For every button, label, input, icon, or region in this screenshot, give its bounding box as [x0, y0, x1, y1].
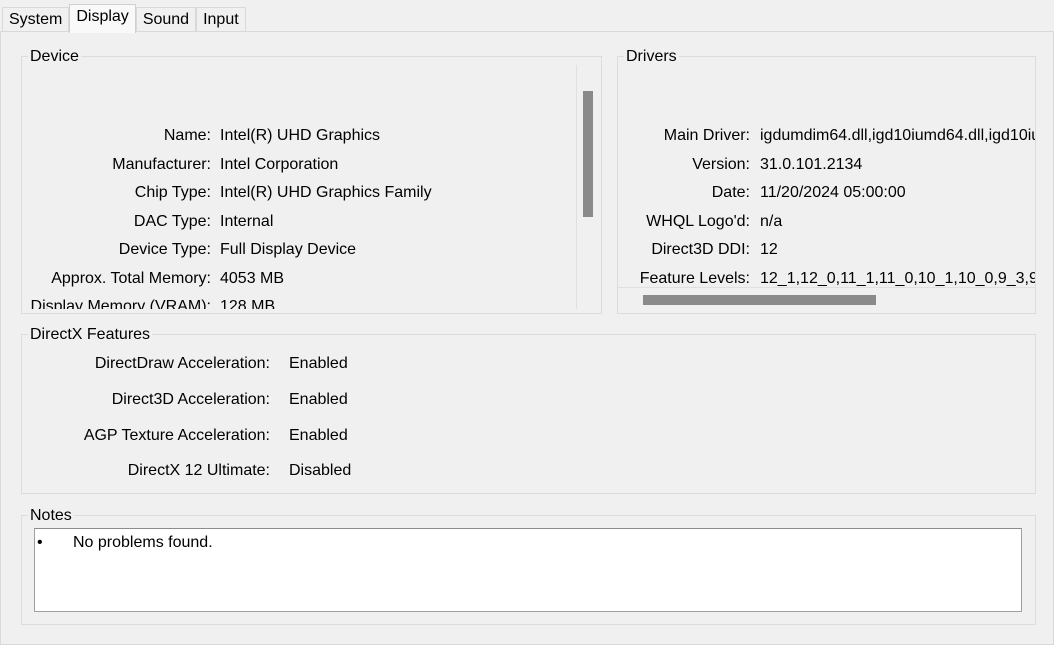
driver-info-label: Date:: [711, 184, 750, 201]
device-vertical-scrollbar[interactable]: [576, 65, 594, 309]
tab-strip: System Display Sound Input: [2, 4, 246, 33]
device-info-label: Approx. Total Memory:: [51, 269, 211, 287]
notes-item-text: No problems found.: [73, 534, 213, 551]
directx-feature-value: Disabled: [289, 462, 352, 480]
device-info-value: Intel(R) UHD Graphics Family: [220, 184, 432, 201]
directx-feature-label: DirectDraw Acceleration:: [94, 355, 270, 372]
drivers-group: Drivers Main Driver: igdumdim64.dll,igd10…: [617, 48, 1036, 314]
directx-feature-value: Enabled: [289, 426, 348, 444]
driver-info-value: 11/20/2024 05:00:00: [760, 184, 906, 201]
directx-features-group: DirectX Features DirectDraw Acceleration…: [21, 326, 1036, 494]
device-info-row: Manufacturer: Intel Corporation: [22, 155, 576, 175]
driver-info-label: Direct3D DDI:: [651, 241, 750, 258]
notes-group: Notes • No problems found.: [21, 507, 1036, 625]
device-info-value: 128 MB: [220, 298, 276, 309]
device-info-row: Display Memory (VRAM): 128 MB: [22, 297, 576, 309]
drivers-group-title: Drivers: [624, 48, 679, 66]
directx-feature-row: AGP Texture Acceleration: Enabled: [22, 426, 922, 446]
directx-feature-label: Direct3D Acceleration:: [111, 390, 270, 408]
notes-group-title: Notes: [28, 507, 74, 525]
driver-info-row: Date: 11/20/2024 05:00:00: [618, 183, 1035, 203]
driver-info-value: 12_1,12_0,11_1,11_0,10_1,10_0,9_3,9_2,9_…: [760, 269, 1035, 287]
driver-info-label: WHQL Logo'd:: [646, 212, 750, 230]
notes-textbox[interactable]: • No problems found.: [34, 528, 1022, 612]
device-info-value: Internal: [220, 212, 274, 230]
driver-info-row: Version: 31.0.101.2134: [618, 155, 1035, 175]
driver-info-row: Direct3D DDI: 12: [618, 240, 1035, 260]
device-info-row: Name: Intel(R) UHD Graphics: [22, 126, 576, 146]
device-info-list: Name: Intel(R) UHD Graphics Manufacturer: I…: [22, 65, 576, 309]
directx-feature-label: DirectX 12 Ultimate:: [127, 462, 270, 480]
driver-info-label: Main Driver:: [663, 127, 750, 144]
directx-feature-row: DirectDraw Acceleration: Enabled: [22, 354, 922, 374]
bullet-icon: •: [37, 534, 43, 551]
scrollbar-thumb[interactable]: [643, 295, 876, 305]
driver-info-row: Main Driver: igdumdim64.dll,igd10iumd64.d…: [618, 126, 1035, 146]
device-info-label: Chip Type:: [134, 184, 211, 201]
driver-info-row: Feature Levels: 12_1,12_0,11_1,11_0,10_1,…: [618, 269, 1035, 288]
device-info-value: Full Display Device: [220, 241, 357, 258]
tab-system[interactable]: System: [2, 7, 70, 32]
device-info-label: Name:: [163, 127, 211, 144]
tab-input[interactable]: Input: [196, 7, 246, 32]
device-info-row: Approx. Total Memory: 4053 MB: [22, 269, 576, 289]
directx-feature-row: Direct3D Acceleration: Enabled: [22, 390, 922, 410]
device-info-row: Device Type: Full Display Device: [22, 240, 576, 260]
device-info-value: Intel Corporation: [220, 155, 339, 173]
directx-feature-label: AGP Texture Acceleration:: [83, 426, 270, 444]
driver-info-value: n/a: [760, 212, 783, 230]
driver-info-value: igdumdim64.dll,igd10iumd64.dll,igd10iumd…: [760, 127, 1035, 144]
driver-info-row: WHQL Logo'd: n/a: [618, 212, 1035, 232]
directx-feature-value: Enabled: [289, 390, 348, 408]
driver-info-value: 12: [760, 241, 778, 258]
directx-features-title: DirectX Features: [28, 326, 153, 344]
tab-display[interactable]: Display: [69, 4, 136, 33]
directx-feature-value: Enabled: [289, 355, 348, 372]
device-info-value: 4053 MB: [220, 269, 285, 287]
device-info-row: Chip Type: Intel(R) UHD Graphics Family: [22, 183, 576, 203]
device-info-label: Manufacturer:: [112, 155, 211, 173]
scrollbar-separator: [576, 65, 577, 309]
device-group-title: Device: [28, 48, 81, 66]
device-group: Device Name: Intel(R) UHD Graphics Manufac…: [21, 48, 602, 314]
driver-info-label: Feature Levels:: [639, 269, 750, 287]
device-info-value: Intel(R) UHD Graphics: [220, 127, 381, 144]
scrollbar-separator: [618, 287, 1035, 288]
drivers-horizontal-scrollbar[interactable]: [618, 287, 1035, 309]
drivers-info-list: Main Driver: igdumdim64.dll,igd10iumd64.d…: [618, 65, 1035, 287]
device-info-row: DAC Type: Internal: [22, 212, 576, 232]
device-info-label: Device Type:: [118, 241, 211, 258]
tab-sound[interactable]: Sound: [135, 7, 197, 32]
display-tab-pane: Device Name: Intel(R) UHD Graphics Manufac…: [0, 31, 1054, 645]
driver-info-label: Version:: [692, 155, 750, 173]
directx-feature-row: DirectX 12 Ultimate: Disabled: [22, 461, 922, 481]
driver-info-value: 31.0.101.2134: [760, 155, 863, 173]
device-info-label: Display Memory (VRAM):: [30, 298, 211, 309]
device-info-label: DAC Type:: [133, 212, 211, 230]
scrollbar-thumb[interactable]: [583, 91, 593, 217]
